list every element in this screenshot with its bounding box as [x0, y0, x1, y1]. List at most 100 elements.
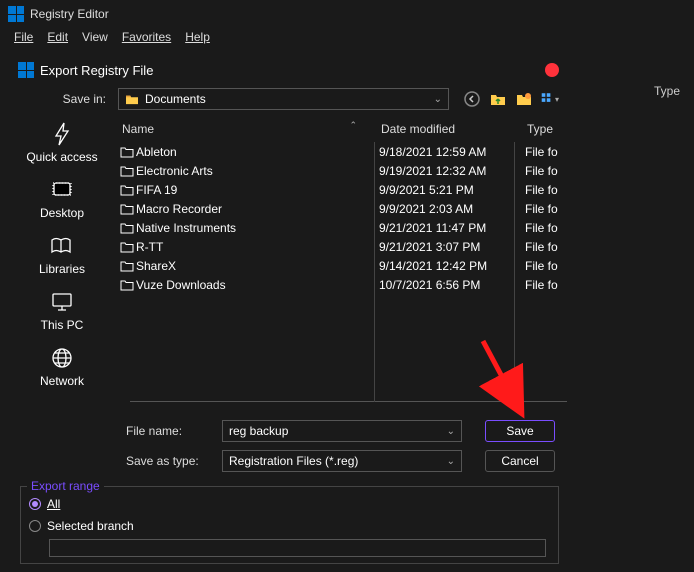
save-type-label: Save as type:	[120, 454, 210, 468]
chevron-down-icon: ⌄	[447, 426, 455, 437]
file-date: 9/9/2021 2:03 AM	[379, 202, 519, 216]
column-type[interactable]: Type	[521, 122, 567, 136]
folder-icon	[118, 146, 136, 158]
menu-bar: File Edit View Favorites Help	[0, 26, 694, 52]
nav-this-pc[interactable]: This PC	[41, 290, 84, 332]
radio-icon	[29, 498, 41, 510]
save-in-toolbar: ▾	[457, 90, 559, 108]
file-date: 9/18/2021 12:59 AM	[379, 145, 519, 159]
file-name: FIFA 19	[136, 183, 379, 197]
app-title: Registry Editor	[30, 7, 109, 21]
file-name: ShareX	[136, 259, 379, 273]
file-list-area: Name⌃ Date modified Type Ableton9/18/202…	[112, 116, 567, 486]
up-folder-icon[interactable]	[489, 90, 507, 108]
menu-file[interactable]: File	[8, 28, 39, 46]
file-type: File fo	[519, 183, 567, 197]
file-name: R-TT	[136, 240, 379, 254]
nav-network[interactable]: Network	[40, 346, 84, 388]
file-row[interactable]: FIFA 199/9/2021 5:21 PMFile fo	[112, 180, 567, 199]
menu-favorites[interactable]: Favorites	[116, 28, 177, 46]
sort-caret-icon: ⌃	[349, 120, 357, 131]
save-type-field[interactable]: Registration Files (*.reg)⌄	[222, 450, 462, 472]
file-row[interactable]: ShareX9/14/2021 12:42 PMFile fo	[112, 256, 567, 275]
menu-help[interactable]: Help	[179, 28, 216, 46]
documents-icon	[125, 93, 139, 105]
file-name: Vuze Downloads	[136, 278, 379, 292]
file-date: 9/21/2021 11:47 PM	[379, 221, 519, 235]
folder-icon	[118, 222, 136, 234]
desktop-icon	[48, 178, 76, 202]
title-bar: Registry Editor	[0, 0, 694, 26]
libraries-icon	[48, 234, 76, 258]
bg-column-type[interactable]: Type	[654, 84, 680, 98]
file-name: Electronic Arts	[136, 164, 379, 178]
radio-all[interactable]: All	[29, 493, 550, 515]
dialog-icon	[18, 62, 34, 78]
folder-icon	[118, 165, 136, 177]
quick-access-icon	[48, 122, 76, 146]
file-row[interactable]: Ableton9/18/2021 12:59 AMFile fo	[112, 142, 567, 161]
file-type: File fo	[519, 259, 567, 273]
annotation-dot	[545, 63, 559, 77]
export-range-legend: Export range	[27, 479, 104, 493]
file-type: File fo	[519, 164, 567, 178]
cancel-button[interactable]: Cancel	[485, 450, 555, 472]
file-date: 9/21/2021 3:07 PM	[379, 240, 519, 254]
export-dialog: Export Registry File Save in: Documents …	[12, 58, 567, 572]
file-row[interactable]: Electronic Arts9/19/2021 12:32 AMFile fo	[112, 161, 567, 180]
file-date: 10/7/2021 6:56 PM	[379, 278, 519, 292]
folder-icon	[118, 241, 136, 253]
file-type: File fo	[519, 240, 567, 254]
branch-input[interactable]	[49, 539, 546, 557]
file-date: 9/19/2021 12:32 AM	[379, 164, 519, 178]
column-date[interactable]: Date modified	[381, 122, 521, 136]
this-pc-icon	[48, 290, 76, 314]
radio-icon	[29, 520, 41, 532]
column-name[interactable]: Name⌃	[116, 122, 381, 136]
file-type: File fo	[519, 278, 567, 292]
save-in-row: Save in: Documents ⌄ ▾	[12, 86, 567, 116]
nav-libraries[interactable]: Libraries	[39, 234, 85, 276]
file-row[interactable]: Native Instruments9/21/2021 11:47 PMFile…	[112, 218, 567, 237]
menu-view[interactable]: View	[76, 28, 114, 46]
folder-icon	[118, 279, 136, 291]
file-row[interactable]: Macro Recorder9/9/2021 2:03 AMFile fo	[112, 199, 567, 218]
back-icon[interactable]	[463, 90, 481, 108]
save-in-select[interactable]: Documents ⌄	[118, 88, 449, 110]
chevron-down-icon: ⌄	[434, 94, 442, 105]
file-type: File fo	[519, 202, 567, 216]
file-type: File fo	[519, 221, 567, 235]
view-menu-icon[interactable]: ▾	[541, 90, 559, 108]
file-name-label: File name:	[120, 424, 210, 438]
radio-selected-branch[interactable]: Selected branch	[29, 515, 550, 537]
file-name: Ableton	[136, 145, 379, 159]
file-type: File fo	[519, 145, 567, 159]
file-rows: Ableton9/18/2021 12:59 AMFile foElectron…	[112, 142, 567, 402]
file-name-field[interactable]: reg backup⌄	[222, 420, 462, 442]
save-in-label: Save in:	[20, 92, 110, 106]
file-name: Macro Recorder	[136, 202, 379, 216]
menu-edit[interactable]: Edit	[41, 28, 74, 46]
file-row[interactable]: R-TT9/21/2021 3:07 PMFile fo	[112, 237, 567, 256]
export-range-group: Export range All Selected branch	[20, 486, 559, 564]
new-folder-icon[interactable]	[515, 90, 533, 108]
chevron-down-icon: ⌄	[447, 456, 455, 467]
save-button[interactable]: Save	[485, 420, 555, 442]
file-row[interactable]: Vuze Downloads10/7/2021 6:56 PMFile fo	[112, 275, 567, 294]
places-sidebar: Quick access Desktop Libraries This PC N…	[12, 116, 112, 486]
nav-desktop[interactable]: Desktop	[40, 178, 84, 220]
file-name: Native Instruments	[136, 221, 379, 235]
scroll-indicator	[130, 401, 567, 402]
nav-quick-access[interactable]: Quick access	[26, 122, 97, 164]
folder-icon	[118, 203, 136, 215]
folder-icon	[118, 260, 136, 272]
dialog-title-bar: Export Registry File	[12, 58, 567, 86]
column-headers: Name⌃ Date modified Type	[112, 116, 567, 142]
app-icon	[8, 6, 24, 22]
save-in-value: Documents	[145, 92, 206, 106]
file-date: 9/9/2021 5:21 PM	[379, 183, 519, 197]
network-icon	[48, 346, 76, 370]
dialog-title: Export Registry File	[40, 63, 153, 78]
file-date: 9/14/2021 12:42 PM	[379, 259, 519, 273]
folder-icon	[118, 184, 136, 196]
